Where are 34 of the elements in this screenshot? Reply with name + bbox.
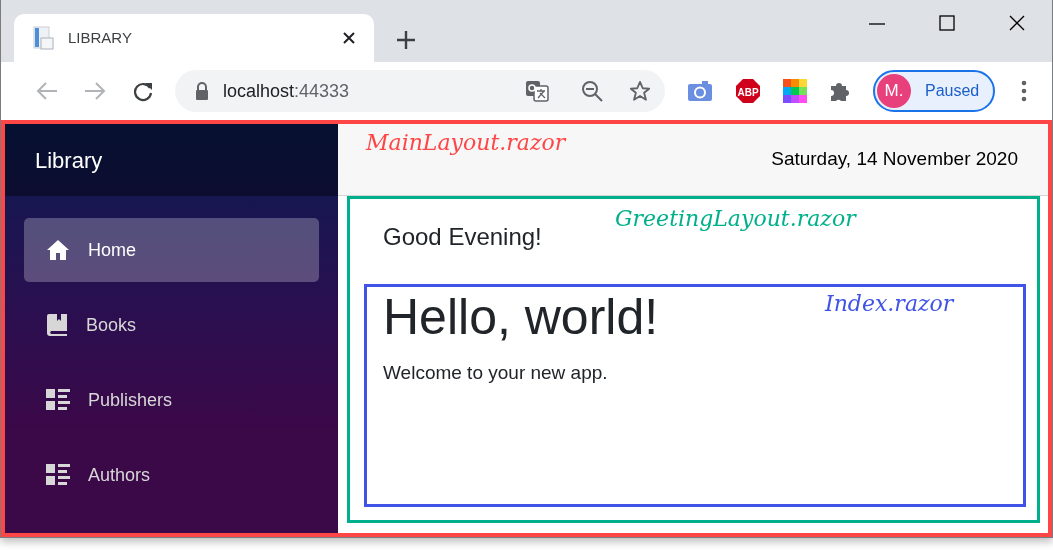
- menu-icon[interactable]: [1021, 80, 1028, 102]
- address-bar[interactable]: localhost:44333: [175, 70, 665, 112]
- home-icon: [46, 239, 70, 261]
- greeting-text: Good Evening!: [383, 223, 542, 250]
- book-icon: [46, 313, 68, 337]
- close-window-icon[interactable]: [1008, 14, 1026, 32]
- camera-icon[interactable]: [687, 80, 713, 102]
- color-grid-icon[interactable]: [783, 79, 807, 103]
- document-icon: [32, 26, 54, 50]
- page-heading: Hello, world!: [383, 289, 659, 345]
- browser-tab[interactable]: LIBRARY: [14, 14, 374, 62]
- welcome-text: Welcome to your new app.: [383, 362, 608, 383]
- maximize-icon[interactable]: [938, 14, 956, 32]
- puzzle-icon[interactable]: [829, 80, 851, 102]
- star-icon[interactable]: [629, 80, 651, 102]
- profile-button[interactable]: M. Paused: [873, 70, 996, 112]
- reload-icon[interactable]: [132, 80, 154, 102]
- translate-icon[interactable]: [525, 80, 549, 102]
- nav-item[interactable]: Publishers: [24, 368, 319, 432]
- nav-item[interactable]: Books: [24, 293, 319, 357]
- list-icon: [46, 464, 70, 486]
- new-tab-icon[interactable]: [396, 30, 416, 50]
- zoom-out-icon[interactable]: [581, 80, 603, 102]
- page-label: Index.razor: [825, 290, 954, 318]
- lock-icon: [195, 82, 209, 100]
- adblock-icon[interactable]: ABP: [735, 78, 761, 104]
- brand-title[interactable]: Library: [35, 143, 103, 177]
- layout-label: MainLayout.razor: [366, 129, 566, 157]
- nav-item[interactable]: Authors: [24, 443, 319, 507]
- layout-label: GreetingLayout.razor: [615, 205, 856, 233]
- nav-item[interactable]: Home: [24, 218, 319, 282]
- date-text: Saturday, 14 November 2020: [771, 147, 1018, 172]
- close-icon[interactable]: [342, 31, 356, 45]
- list-icon: [46, 389, 70, 411]
